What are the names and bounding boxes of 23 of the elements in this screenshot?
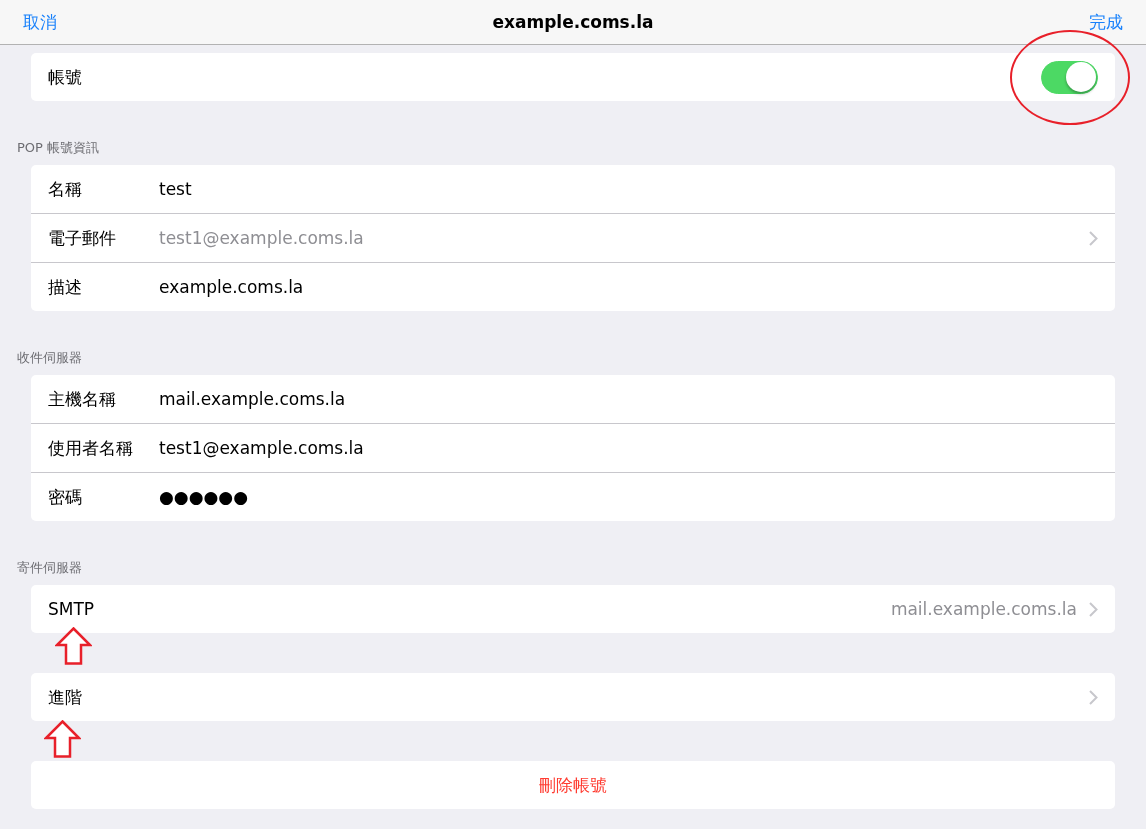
toggle-switch[interactable] <box>1041 60 1098 94</box>
field-value: example.coms.la <box>159 277 304 297</box>
cancel-button[interactable]: 取消 <box>23 10 57 34</box>
section-header: 收件伺服器 <box>17 349 83 367</box>
row-label: 帳號 <box>48 65 82 89</box>
done-button[interactable]: 完成 <box>1089 10 1123 34</box>
row-label: 名稱 <box>48 177 83 201</box>
field-value: test <box>159 179 192 199</box>
row-label: 描述 <box>48 275 83 299</box>
field-value: mail.example.coms.la <box>159 389 346 409</box>
field-value: ●●●●●● <box>159 487 248 507</box>
row-label: 密碼 <box>48 485 83 509</box>
window-title: example.coms.la <box>492 12 654 32</box>
row-label[interactable]: SMTP <box>48 599 95 619</box>
row-label: 主機名稱 <box>48 387 117 411</box>
section-header: 寄件伺服器 <box>17 559 83 577</box>
field-value: test1@example.coms.la <box>159 438 364 458</box>
delete-account-button[interactable]: 刪除帳號 <box>48 772 1098 798</box>
detail-value: mail.example.coms.la <box>890 599 1077 619</box>
section-header: POP 帳號資訊 <box>17 139 101 157</box>
row-label: 使用者名稱 <box>48 436 134 460</box>
row-label[interactable]: 進階 <box>48 685 82 709</box>
row-label: 電子郵件 <box>48 226 117 250</box>
